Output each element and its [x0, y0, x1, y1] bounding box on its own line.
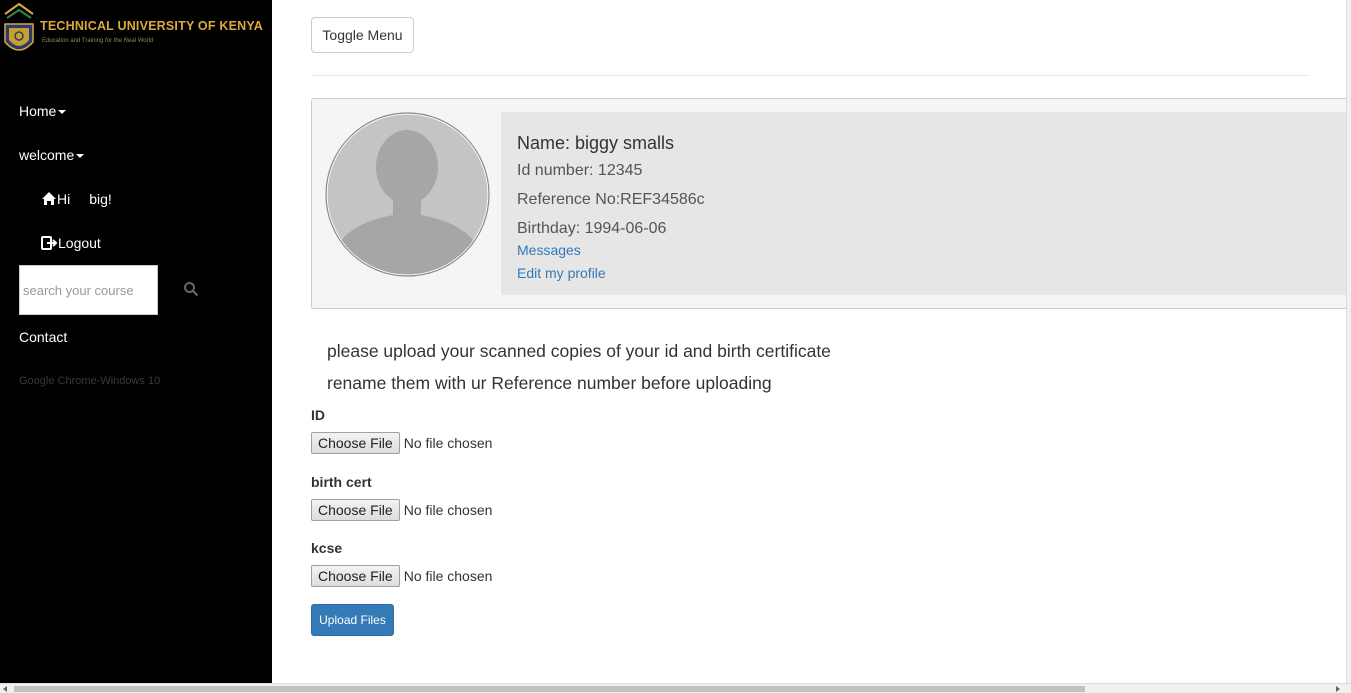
id-file-input[interactable]: Choose File No file chosen [311, 432, 492, 454]
scroll-right-icon[interactable] [1336, 686, 1340, 692]
scroll-left-icon[interactable] [3, 686, 7, 692]
nav-welcome-dropdown[interactable]: welcome [19, 147, 85, 163]
caret-down-icon [58, 110, 67, 115]
vertical-scrollbar[interactable] [1346, 0, 1351, 683]
choose-file-button[interactable]: Choose File [311, 432, 400, 454]
scrollbar-thumb[interactable] [14, 686, 1085, 692]
logout-icon [41, 236, 58, 250]
birth-cert-file-input[interactable]: Choose File No file chosen [311, 499, 492, 521]
kcse-file-input[interactable]: Choose File No file chosen [311, 565, 492, 587]
caret-down-icon [76, 154, 85, 159]
kcse-upload-label: kcse [311, 540, 343, 556]
nav-logout[interactable]: Logout [41, 235, 101, 251]
avatar-silhouette-icon [325, 112, 490, 277]
profile-id-number: Id number: 12345 [517, 162, 643, 179]
file-status: No file chosen [403, 502, 493, 518]
profile-birthday: Birthday: 1994-06-06 [517, 220, 667, 237]
university-logo[interactable]: TECHNICAL UNIVERSITY OF KENYA Education … [0, 0, 272, 62]
profile-reference: Reference No:REF34586c [517, 191, 705, 208]
upload-instruction: please upload your scanned copies of you… [327, 341, 831, 361]
home-icon [42, 192, 56, 205]
greeting-hi: Hi [57, 191, 71, 207]
choose-file-button[interactable]: Choose File [311, 499, 400, 521]
logo-subtitle: Education and Training for the Real Worl… [42, 38, 154, 44]
logo-title: TECHNICAL UNIVERSITY OF KENYA [40, 19, 263, 33]
nav-contact[interactable]: Contact [19, 329, 67, 345]
course-search-input[interactable] [20, 266, 157, 314]
browser-note: Google Chrome-Windows 10 [19, 375, 161, 387]
search-icon[interactable] [183, 281, 199, 297]
nav-home-dropdown[interactable]: Home [19, 103, 67, 119]
edit-profile-link[interactable]: Edit my profile [517, 265, 606, 281]
birth-cert-upload-label: birth cert [311, 474, 372, 490]
sidebar: TECHNICAL UNIVERSITY OF KENYA Education … [0, 0, 272, 683]
file-status: No file chosen [403, 568, 493, 584]
nav-user-greeting[interactable]: Hi big! [41, 191, 112, 207]
nav-welcome-label: welcome [19, 147, 75, 163]
profile-name: Name: biggy smalls [517, 133, 675, 153]
greeting-username: big! [89, 191, 112, 207]
course-search-box[interactable] [19, 265, 158, 315]
crest-icon [4, 2, 34, 51]
id-upload-label: ID [311, 407, 325, 423]
toggle-menu-button[interactable]: Toggle Menu [311, 17, 414, 53]
choose-file-button[interactable]: Choose File [311, 565, 400, 587]
horizontal-scrollbar[interactable] [0, 683, 1351, 693]
rename-instruction: rename them with ur Reference number bef… [327, 373, 772, 393]
divider [311, 75, 1308, 76]
logout-label: Logout [58, 235, 101, 251]
messages-link[interactable]: Messages [517, 242, 581, 258]
upload-files-button[interactable]: Upload Files [311, 604, 394, 636]
file-status: No file chosen [403, 435, 493, 451]
nav-home-label: Home [19, 103, 57, 119]
